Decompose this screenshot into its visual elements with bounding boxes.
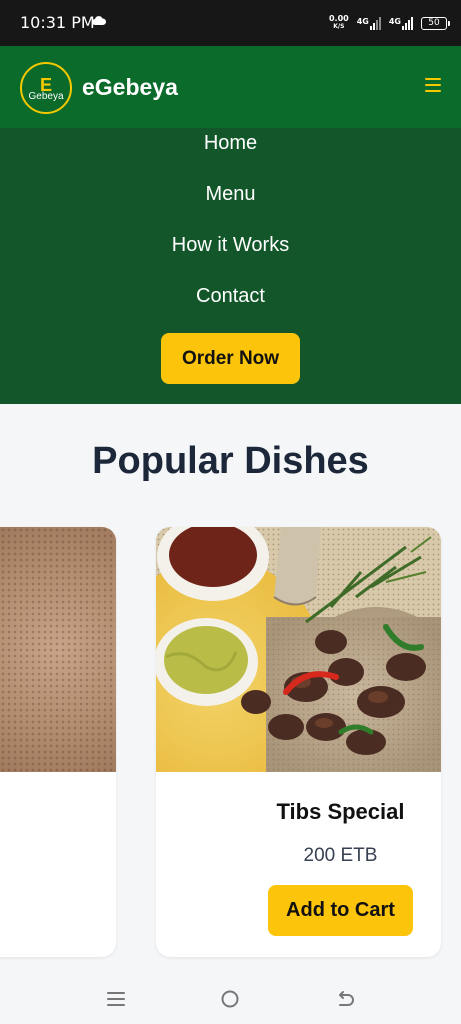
battery-icon: 50 — [421, 16, 450, 30]
speed-value: 0.00 — [328, 14, 349, 23]
status-bar: 10:31 PM 0.00 K/S 4G 4G 50 — [0, 0, 461, 46]
recents-icon[interactable] — [105, 988, 127, 1010]
nav-link-home[interactable]: Home — [0, 132, 461, 155]
battery-level: 50 — [428, 18, 440, 28]
network-type-1: 4G — [356, 16, 369, 26]
nav-link-contact[interactable]: Contact — [0, 285, 461, 308]
app-screen: 10:31 PM 0.00 K/S 4G 4G 50 E Gebeya eGeb… — [0, 0, 461, 1024]
brand-name[interactable]: eGebeya — [82, 74, 178, 101]
status-indicators: 0.00 K/S 4G 4G 50 — [329, 12, 450, 34]
signal-icon-1: 4G — [356, 16, 381, 30]
hamburger-icon[interactable] — [425, 78, 441, 92]
logo[interactable]: E Gebeya — [20, 62, 72, 114]
nav-link-how-it-works[interactable]: How it Works — [0, 234, 461, 257]
dish-price: 200 ETB — [303, 845, 378, 866]
add-to-cart-button[interactable]: Add to Cart — [268, 885, 413, 936]
logo-text: Gebeya — [28, 91, 64, 102]
dish-name: Tibs Special — [276, 799, 405, 824]
back-icon[interactable] — [334, 988, 356, 1010]
section-title: Popular Dishes — [92, 440, 369, 482]
order-now-button[interactable]: Order Now — [161, 333, 300, 384]
dish-image-injera — [0, 527, 116, 772]
dish-image-tibs — [156, 527, 441, 772]
site-header: E Gebeya eGebeya — [0, 46, 461, 128]
home-icon[interactable] — [219, 988, 241, 1010]
nav-link-menu[interactable]: Menu — [0, 183, 461, 206]
system-nav-bar — [0, 970, 461, 1024]
signal-icon-2: 4G — [388, 16, 413, 30]
dish-card: Tibs Special 200 ETB Add to Cart — [156, 527, 441, 957]
network-type-2: 4G — [388, 16, 401, 26]
status-time: 10:31 PM — [20, 13, 95, 32]
cloud-icon — [92, 16, 106, 25]
network-speed: 0.00 K/S — [329, 15, 349, 31]
dish-card-partial[interactable] — [0, 527, 116, 957]
speed-unit: K/S — [333, 23, 345, 30]
nav-menu: Home Menu How it Works Contact Order Now — [0, 128, 461, 404]
